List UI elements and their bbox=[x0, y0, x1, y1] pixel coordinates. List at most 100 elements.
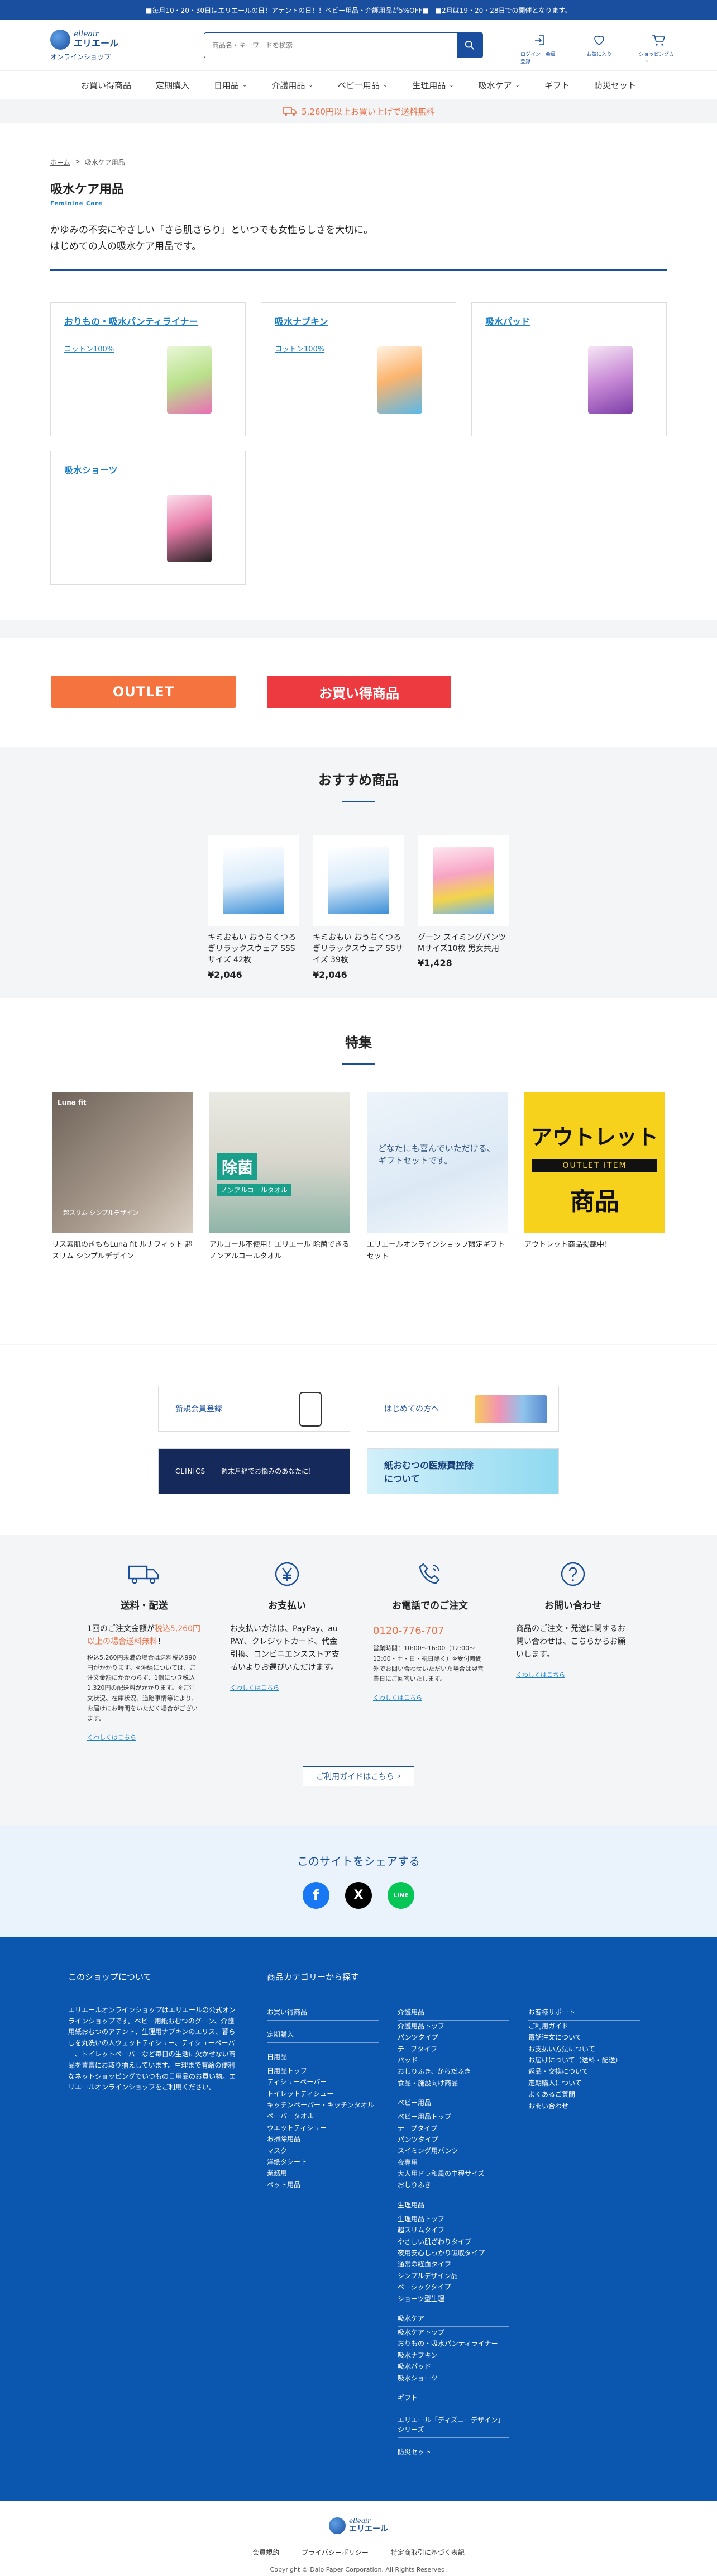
info-link[interactable]: くわしくはこちら bbox=[373, 1693, 487, 1702]
footer-group-heading[interactable]: お客様サポート bbox=[528, 2007, 640, 2021]
footer-link[interactable]: ペーパータオル bbox=[267, 2111, 379, 2122]
banner-first-time[interactable]: はじめての方へ bbox=[367, 1385, 559, 1432]
category-card-liner[interactable]: おりもの・吸水パンティライナー コットン100% bbox=[50, 302, 246, 436]
footer-link[interactable]: シンプルデザイン品 bbox=[398, 2270, 509, 2282]
cart-button[interactable]: ショッピングカート bbox=[639, 34, 678, 65]
search-button[interactable] bbox=[457, 33, 482, 58]
footer-link[interactable]: やさしい肌ざわりタイプ bbox=[398, 2236, 509, 2247]
footer-link[interactable]: 超スリムタイプ bbox=[398, 2225, 509, 2236]
facebook-icon[interactable]: f bbox=[303, 1881, 329, 1909]
footer-group-heading[interactable]: 防災セット bbox=[398, 2447, 509, 2460]
footer-link[interactable]: ペット用品 bbox=[267, 2179, 379, 2190]
banner-register[interactable]: 新規会員登録 bbox=[158, 1385, 350, 1432]
line-icon[interactable]: LINE bbox=[388, 1881, 414, 1909]
footer-group-heading[interactable]: エリエール「ディズニーデザイン」シリーズ bbox=[398, 2415, 509, 2438]
category-card-napkin[interactable]: 吸水ナプキン コットン100% bbox=[261, 302, 456, 436]
terms-link[interactable]: 会員規約 bbox=[252, 2548, 279, 2557]
nav-item-baby[interactable]: ベビー用品 ⌄ bbox=[326, 79, 400, 91]
footer-link[interactable]: スイミング用パンツ bbox=[398, 2145, 509, 2156]
footer-link[interactable]: キッチンペーパー・キッチンタオル bbox=[267, 2099, 379, 2111]
x-icon[interactable]: X bbox=[345, 1881, 372, 1909]
footer-link[interactable]: パッド bbox=[398, 2055, 509, 2066]
feature-item-towel[interactable]: 除菌 ノンアルコールタオル アルコール不使用！エリエール 除菌できるノンアルコー… bbox=[209, 1091, 350, 1263]
deals-button[interactable]: お買い得商品 bbox=[267, 676, 451, 709]
footer-link[interactable]: パンツタイプ bbox=[398, 2032, 509, 2043]
footer-link[interactable]: ペーシックタイプ bbox=[398, 2282, 509, 2293]
footer-link[interactable]: 大人用ドラ和風の中程サイズ bbox=[398, 2168, 509, 2179]
info-link[interactable]: くわしくはこちら bbox=[516, 1670, 630, 1679]
footer-link[interactable]: お届けについて（送料・配送） bbox=[528, 2055, 640, 2066]
footer-link[interactable]: おしりふき bbox=[398, 2179, 509, 2190]
nav-item-care[interactable]: 介護用品 ⌄ bbox=[259, 79, 325, 91]
footer-link[interactable]: 介護用品トップ bbox=[398, 2021, 509, 2032]
footer-group-heading[interactable]: ギフト bbox=[398, 2393, 509, 2406]
footer-link[interactable]: ショーツ型生理 bbox=[398, 2293, 509, 2304]
privacy-link[interactable]: プライバシーポリシー bbox=[302, 2548, 369, 2557]
guide-button[interactable]: ご利用ガイドはこちら › bbox=[303, 1766, 414, 1786]
footer-link[interactable]: テープタイプ bbox=[398, 2043, 509, 2055]
nav-item-subscription[interactable]: 定期購入 bbox=[144, 79, 202, 91]
footer-group-heading[interactable]: 日用品 bbox=[267, 2052, 379, 2065]
info-link[interactable]: くわしくはこちら bbox=[87, 1733, 201, 1742]
footer-group-heading[interactable]: お買い得商品 bbox=[267, 2007, 379, 2021]
recommended-item[interactable]: キミおもい おうちくつろぎリラックスウェア SSサイズ 39枚 ¥2,046 bbox=[313, 834, 404, 980]
footer-link[interactable]: 吸水ショーツ bbox=[398, 2373, 509, 2384]
footer-link[interactable]: 洋紙タシート bbox=[267, 2156, 379, 2168]
footer-link[interactable]: 食品・施設向け商品 bbox=[398, 2078, 509, 2089]
feature-item-gift[interactable]: どなたにも喜んでいただける、ギフトセットです。 エリエールオンラインショップ限定… bbox=[367, 1091, 508, 1263]
nav-item-daily-goods[interactable]: 日用品 ⌄ bbox=[202, 79, 259, 91]
footer-link[interactable]: おしりふき、からだふき bbox=[398, 2066, 509, 2077]
category-card-shorts[interactable]: 吸水ショーツ bbox=[50, 450, 246, 585]
search-input[interactable] bbox=[204, 33, 457, 58]
recommended-item[interactable]: キミおもい おうちくつろぎリラックスウェア SSSサイズ 42枚 ¥2,046 bbox=[208, 834, 299, 980]
banner-clinics[interactable]: CLINICS 週末月経でお悩みのあなたに！ bbox=[158, 1448, 350, 1494]
info-link[interactable]: くわしくはこちら bbox=[230, 1683, 344, 1692]
footer-link[interactable]: ベビー用品トップ bbox=[398, 2111, 509, 2122]
footer-link[interactable]: トイレットティシュー bbox=[267, 2088, 379, 2099]
footer-link[interactable]: おりもの・吸水パンティライナー bbox=[398, 2338, 509, 2349]
footer-link[interactable]: 吸水ケアトップ bbox=[398, 2327, 509, 2338]
footer-group-heading[interactable]: 定期購入 bbox=[267, 2030, 379, 2043]
footer-link[interactable]: 日用品トップ bbox=[267, 2065, 379, 2076]
footer-link[interactable]: 定期購入について bbox=[528, 2078, 640, 2089]
footer-link[interactable]: 吸水ナプキン bbox=[398, 2350, 509, 2361]
footer-link[interactable]: 夜専用 bbox=[398, 2157, 509, 2168]
footer-logo[interactable]: elleair エリエール bbox=[329, 2517, 388, 2534]
footer-link[interactable]: ティシューペーパー bbox=[267, 2076, 379, 2088]
footer-link[interactable]: 生理用品トップ bbox=[398, 2213, 509, 2225]
footer-link[interactable]: 通常の経血タイプ bbox=[398, 2259, 509, 2270]
footer-group-heading[interactable]: 吸水ケア bbox=[398, 2313, 509, 2327]
footer-link[interactable]: よくあるご質問 bbox=[528, 2089, 640, 2100]
footer-link[interactable]: テープタイプ bbox=[398, 2123, 509, 2134]
footer-group-heading[interactable]: 介護用品 bbox=[398, 2007, 509, 2021]
footer-link[interactable]: お問い合わせ bbox=[528, 2100, 640, 2112]
footer-link[interactable]: 吸水パッド bbox=[398, 2361, 509, 2372]
footer-link[interactable]: ご利用ガイド bbox=[528, 2021, 640, 2032]
footer-link[interactable]: マスク bbox=[267, 2145, 379, 2156]
nav-item-absorbent[interactable]: 吸水ケア ⌄ bbox=[466, 79, 532, 91]
nav-item-gift[interactable]: ギフト bbox=[532, 79, 582, 91]
footer-link[interactable]: パンツタイプ bbox=[398, 2134, 509, 2145]
footer-link[interactable]: 返品・交換について bbox=[528, 2066, 640, 2077]
feature-item-outlet[interactable]: アウトレット OUTLET ITEM 商品 アウトレット商品掲載中！ bbox=[524, 1091, 665, 1263]
footer-link[interactable]: お掃除用品 bbox=[267, 2133, 379, 2145]
category-card-pad[interactable]: 吸水パッド bbox=[471, 302, 667, 436]
favorites-button[interactable]: お気に入り bbox=[580, 34, 619, 65]
recommended-item[interactable]: グーン スイミングパンツ Mサイズ10枚 男女共用 ¥1,428 bbox=[418, 834, 509, 980]
site-logo[interactable]: elleair エリエール オンラインショップ bbox=[50, 29, 128, 61]
footer-group-heading[interactable]: 生理用品 bbox=[398, 2200, 509, 2213]
login-button[interactable]: ログイン・会員登録 bbox=[520, 34, 560, 65]
banner-medical-deduction[interactable]: 紙おむつの医療費控除について bbox=[367, 1448, 559, 1494]
nav-item-deals[interactable]: お買い得商品 bbox=[69, 79, 144, 91]
feature-item-lunafit[interactable]: Luna fit 超スリム シンプルデザイン リス素肌のきもちLuna fit … bbox=[52, 1091, 193, 1263]
nav-item-disaster[interactable]: 防災セット bbox=[582, 79, 648, 91]
footer-link[interactable]: ウエットティシュー bbox=[267, 2122, 379, 2133]
footer-group-heading[interactable]: ベビー用品 bbox=[398, 2098, 509, 2112]
breadcrumb-home[interactable]: ホーム bbox=[50, 158, 70, 167]
outlet-button[interactable]: OUTLET bbox=[51, 676, 236, 709]
commerce-law-link[interactable]: 特定商取引に基づく表記 bbox=[391, 2548, 465, 2557]
footer-link[interactable]: 夜用安心しっかり吸収タイプ bbox=[398, 2247, 509, 2259]
footer-link[interactable]: 業務用 bbox=[267, 2168, 379, 2179]
nav-item-sanitary[interactable]: 生理用品 ⌄ bbox=[400, 79, 466, 91]
footer-link[interactable]: お支払い方法について bbox=[528, 2043, 640, 2055]
